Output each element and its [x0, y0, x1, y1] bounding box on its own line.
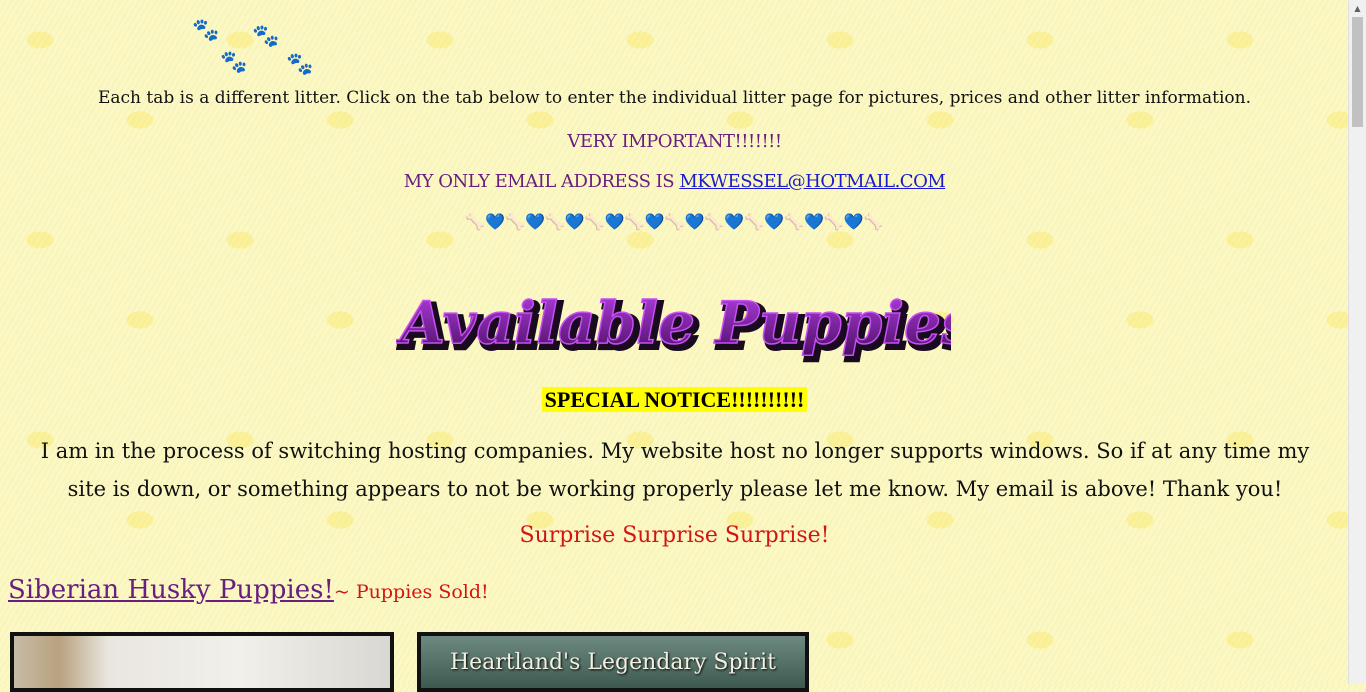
paw-print-icon: 🐾: [192, 18, 220, 43]
husky-photo-thumbnail[interactable]: [10, 632, 394, 692]
scroll-up-arrow-icon[interactable]: ▲: [1349, 0, 1366, 17]
bone-heart-divider: 🦴💙🦴💙🦴💙🦴💙🦴💙🦴💙🦴💙🦴💙🦴💙🦴💙🦴: [465, 212, 884, 231]
surprise-text: Surprise Surprise Surprise!: [519, 523, 830, 548]
scroll-thumb[interactable]: [1352, 17, 1363, 127]
important-heading: VERY IMPORTANT!!!!!!!: [567, 131, 782, 152]
paw-print-icon: 🐾: [252, 24, 280, 49]
email-label: MY ONLY EMAIL ADDRESS IS: [403, 171, 680, 192]
special-notice-text: SPECIAL NOTICE!!!!!!!!!!: [541, 387, 808, 412]
heartland-legendary-spirit-thumbnail[interactable]: Heartland's Legendary Spirit: [417, 632, 809, 692]
paw-print-icon: 🐾: [286, 52, 314, 77]
thumbnail-title: Heartland's Legendary Spirit: [449, 650, 777, 675]
puppies-sold-text: ~ Puppies Sold!: [333, 581, 489, 603]
paw-prints-graphic: 🐾 🐾 🐾 🐾: [190, 18, 315, 82]
hosting-notice-paragraph: I am in the process of switching hosting…: [40, 439, 1310, 501]
paw-print-icon: 🐾: [220, 50, 248, 75]
email-link[interactable]: MKWESSEL@HOTMAIL.COM: [679, 171, 945, 192]
husky-heading: Siberian Husky Puppies!~ Puppies Sold!: [8, 575, 489, 605]
special-notice: SPECIAL NOTICE!!!!!!!!!!: [0, 387, 1349, 413]
available-puppies-logo: Available Puppies Available Puppies: [396, 288, 951, 363]
husky-puppies-link[interactable]: Siberian Husky Puppies!: [8, 575, 334, 605]
logo-text: Available Puppies: [396, 289, 951, 357]
vertical-scrollbar[interactable]: ▲: [1348, 0, 1366, 684]
intro-text: Each tab is a different litter. Click on…: [97, 88, 1252, 108]
email-line: MY ONLY EMAIL ADDRESS IS MKWESSEL@HOTMAI…: [0, 171, 1349, 192]
